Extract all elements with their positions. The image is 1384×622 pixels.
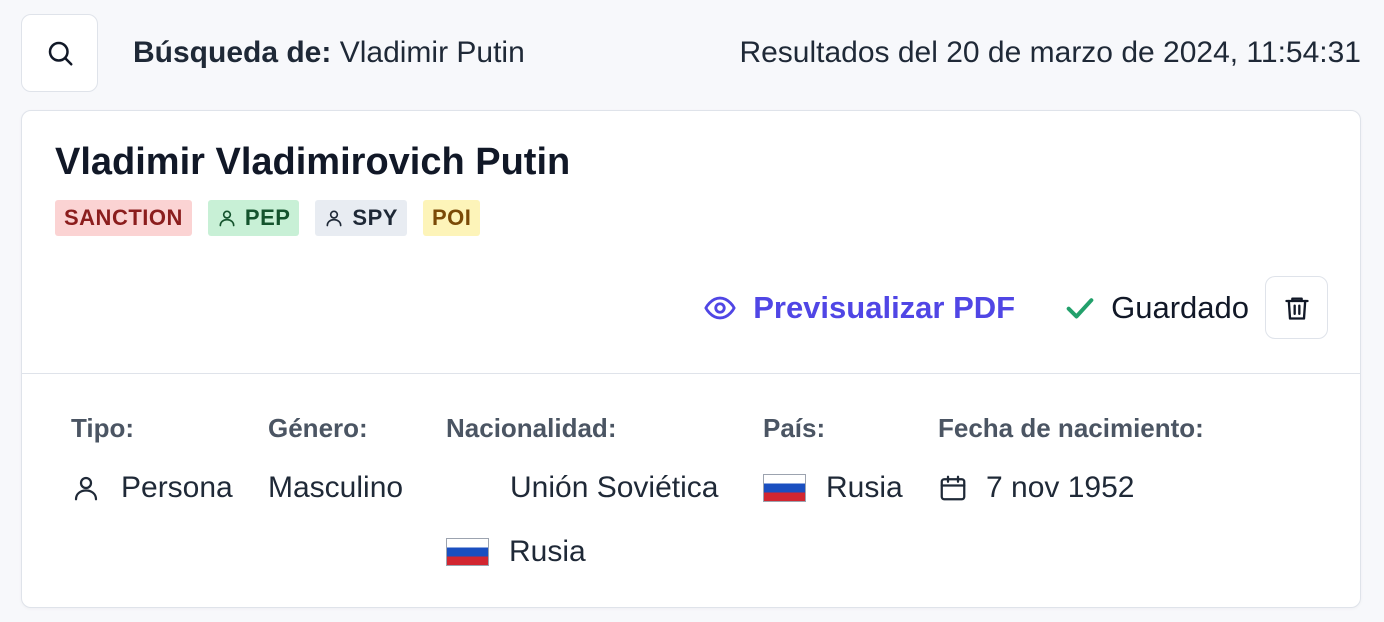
delete-button[interactable] [1265,276,1328,339]
profile-name: Vladimir Vladimirovich Putin [55,141,571,183]
badge-label: SPY [352,205,398,230]
calendar-icon [940,475,966,501]
badge-label: SANCTION [64,205,183,230]
badge-list: SANCTION PEP SPY POI [55,200,481,236]
badge-poi: POI [422,200,481,236]
badge-sanction: SANCTION [55,200,192,236]
gender-label: Género: [268,413,368,443]
type-label: Tipo: [71,413,135,443]
nationality-value-2-text: Rusia [509,535,586,568]
person-icon [219,210,235,227]
type-value-text: Persona [121,471,233,504]
card-divider [22,373,1360,374]
dob-value: 7 nov 1952 [938,471,1134,505]
nationality-label: Nacionalidad: [446,413,617,443]
search-label-prefix: Búsqueda de: [133,36,332,69]
search-button[interactable] [21,14,98,92]
result-card: Vladimir Vladimirovich Putin SANCTION PE… [21,110,1361,608]
person-icon [326,210,342,227]
preview-pdf-button[interactable]: Previsualizar PDF [703,290,1015,326]
search-icon [48,41,72,66]
search-query: Vladimir Putin [339,36,525,69]
check-icon [1066,297,1094,318]
saved-label: Guardado [1111,289,1249,325]
type-value: Persona [71,471,233,505]
gender-value: Masculino [268,471,404,504]
russia-flag-icon [763,474,806,502]
badge-label: PEP [244,205,291,230]
badge-pep: PEP [207,200,300,236]
nationality-value-2: Rusia [446,535,586,569]
country-label: País: [763,413,826,443]
dob-label: Fecha de nacimiento: [938,413,1204,443]
person-icon [74,476,98,501]
badge-spy: SPY [315,200,407,236]
preview-pdf-label: Previsualizar PDF [753,289,1016,325]
results-timestamp: Resultados del 20 de marzo de 2024, 11:5… [739,36,1361,69]
trash-icon [1284,297,1309,320]
eye-icon [704,296,736,319]
search-query-label: Búsqueda de: Vladimir Putin [133,36,525,70]
russia-flag-icon [446,538,489,566]
badge-label: POI [431,205,472,230]
card-actions: Previsualizar PDF Guardado [703,276,1328,339]
saved-status: Guardado [1063,290,1249,326]
dob-value-text: 7 nov 1952 [986,471,1135,504]
country-value-text: Rusia [826,471,903,504]
nationality-value-1: Unión Soviética [510,471,719,504]
country-value: Rusia [763,471,903,505]
